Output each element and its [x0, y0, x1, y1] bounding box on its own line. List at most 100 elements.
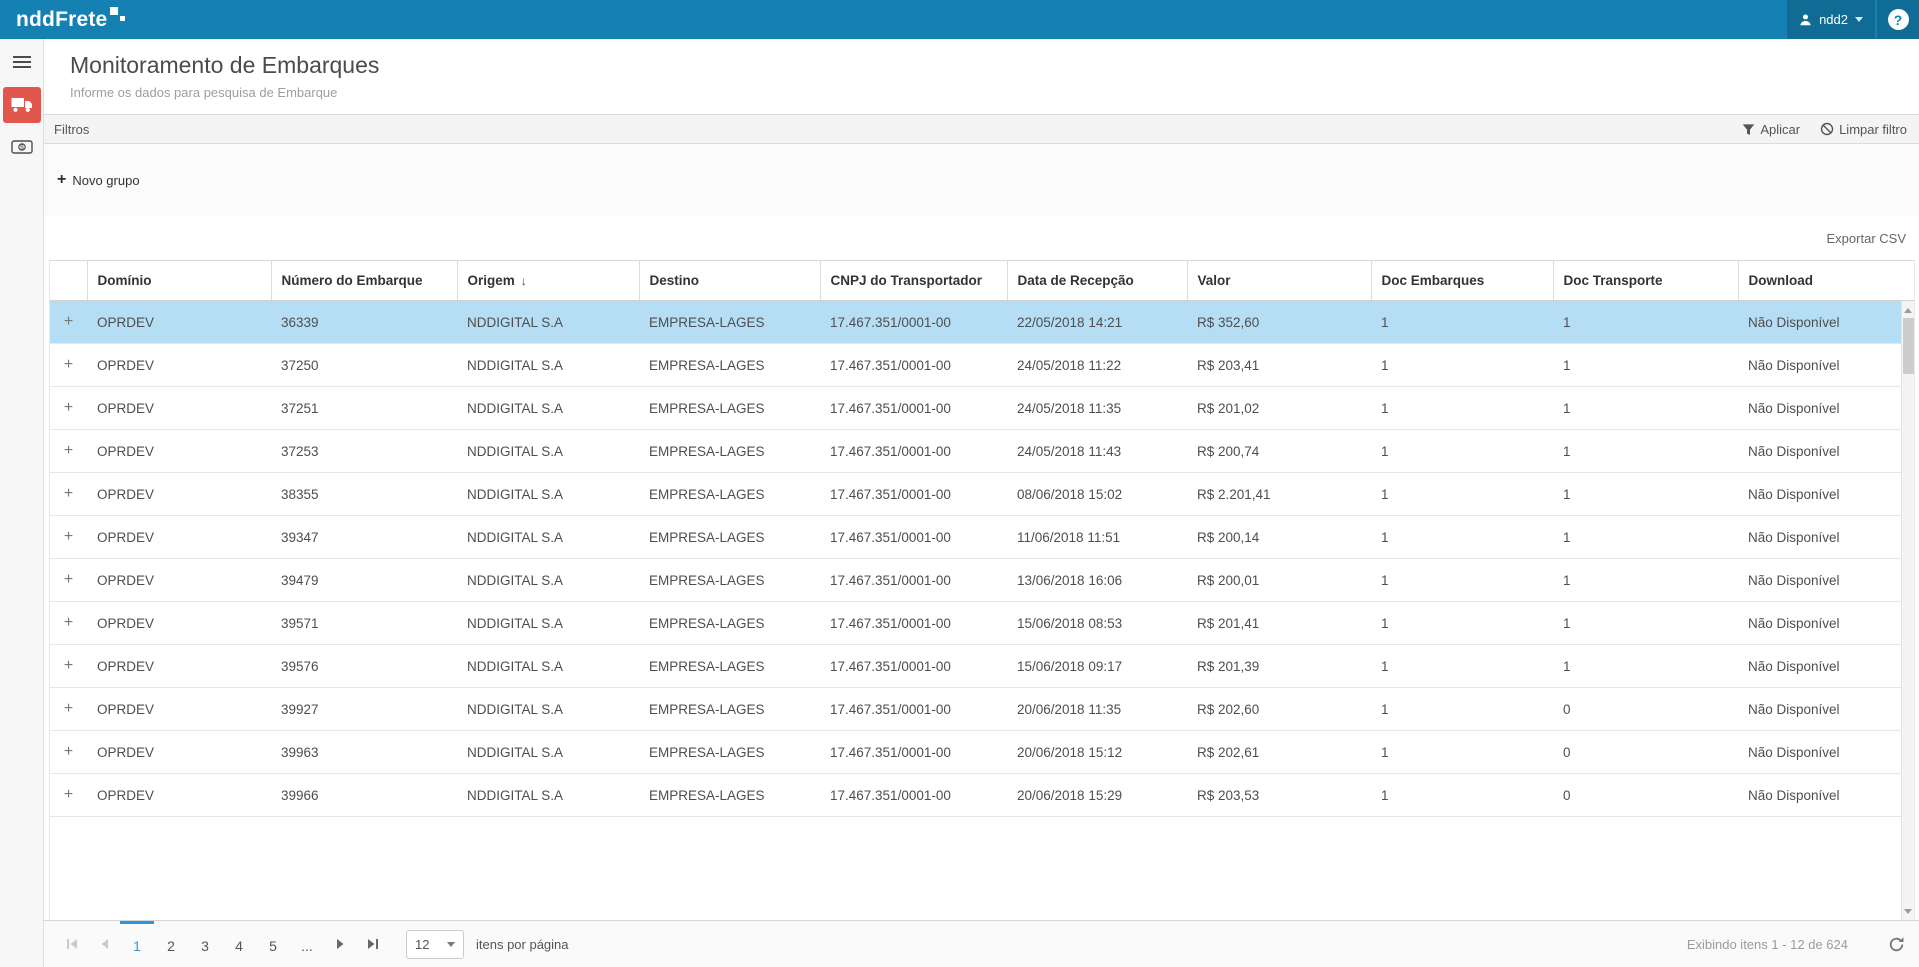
column-label: Domínio [98, 273, 152, 288]
filters-actions: Aplicar Limpar filtro [1742, 122, 1907, 137]
export-csv-link[interactable]: Exportar CSV [1827, 231, 1906, 246]
expand-row-button[interactable]: + [50, 344, 87, 387]
column-header[interactable]: Destino [639, 261, 820, 301]
more-pages-button[interactable]: ... [290, 921, 324, 967]
cell-doc_embarques: 1 [1371, 645, 1553, 688]
table-row[interactable]: +OPRDEV38355NDDIGITAL S.AEMPRESA-LAGES17… [50, 473, 1914, 516]
column-header[interactable]: Doc Transporte [1553, 261, 1738, 301]
cell-doc_embarques: 1 [1371, 430, 1553, 473]
chevron-down-icon [1855, 17, 1863, 22]
cell-numero: 39576 [271, 645, 457, 688]
cell-valor: R$ 202,61 [1187, 731, 1371, 774]
grid-toolbar: Exportar CSV [44, 216, 1919, 260]
sidebar-item-financeiro[interactable]: $ [3, 129, 41, 165]
next-page-button[interactable] [324, 921, 356, 967]
column-header[interactable]: Download [1738, 261, 1914, 301]
sidebar-item-embarques[interactable] [3, 87, 41, 123]
arrow-left-icon [100, 938, 109, 950]
page-title: Monitoramento de Embarques [70, 50, 1919, 80]
table-row[interactable]: +OPRDEV39927NDDIGITAL S.AEMPRESA-LAGES17… [50, 688, 1914, 731]
column-header[interactable]: CNPJ do Transportador [820, 261, 1007, 301]
column-header[interactable]: Data de Recepção [1007, 261, 1187, 301]
cell-origem: NDDIGITAL S.A [457, 731, 639, 774]
cell-download: Não Disponível [1738, 344, 1914, 387]
column-label: Destino [650, 273, 700, 288]
last-page-button[interactable] [356, 921, 388, 967]
column-header[interactable]: Número do Embarque [271, 261, 457, 301]
cell-destino: EMPRESA-LAGES [639, 387, 820, 430]
column-header[interactable]: Valor [1187, 261, 1371, 301]
cell-doc_transporte: 1 [1553, 301, 1738, 344]
cell-doc_transporte: 0 [1553, 731, 1738, 774]
column-header[interactable]: Domínio [87, 261, 271, 301]
table-row[interactable]: +OPRDEV39479NDDIGITAL S.AEMPRESA-LAGES17… [50, 559, 1914, 602]
filters-bar: Filtros Aplicar Limpar filtro [44, 114, 1919, 144]
vertical-scrollbar[interactable] [1901, 301, 1914, 920]
table-row[interactable]: +OPRDEV39966NDDIGITAL S.AEMPRESA-LAGES17… [50, 774, 1914, 817]
page-button[interactable]: 2 [154, 921, 188, 967]
column-label: Download [1749, 273, 1814, 288]
main-content: Monitoramento de Embarques Informe os da… [44, 39, 1919, 967]
cell-data: 13/06/2018 16:06 [1007, 559, 1187, 602]
column-label: Número do Embarque [282, 273, 423, 288]
table-row[interactable]: +OPRDEV36339NDDIGITAL S.AEMPRESA-LAGES17… [50, 301, 1914, 344]
page-button[interactable]: 3 [188, 921, 222, 967]
menu-toggle-button[interactable] [0, 51, 43, 73]
prev-page-button[interactable] [88, 921, 120, 967]
page-button[interactable]: 4 [222, 921, 256, 967]
table-row[interactable]: +OPRDEV39571NDDIGITAL S.AEMPRESA-LAGES17… [50, 602, 1914, 645]
expand-row-button[interactable]: + [50, 731, 87, 774]
column-header[interactable]: Origem↓ [457, 261, 639, 301]
column-header[interactable]: Doc Embarques [1371, 261, 1553, 301]
cell-cnpj: 17.467.351/0001-00 [820, 602, 1007, 645]
expand-row-button[interactable]: + [50, 473, 87, 516]
table-row[interactable]: +OPRDEV37253NDDIGITAL S.AEMPRESA-LAGES17… [50, 430, 1914, 473]
expand-row-button[interactable]: + [50, 688, 87, 731]
page-subtitle: Informe os dados para pesquisa de Embarq… [70, 85, 1919, 100]
cell-doc_embarques: 1 [1371, 731, 1553, 774]
cell-origem: NDDIGITAL S.A [457, 344, 639, 387]
expand-row-button[interactable]: + [50, 301, 87, 344]
clear-filter-button[interactable]: Limpar filtro [1820, 122, 1907, 137]
first-page-button[interactable] [56, 921, 88, 967]
scroll-up-button[interactable] [1902, 303, 1914, 317]
page-button[interactable]: 1 [120, 921, 154, 967]
page-button[interactable]: 5 [256, 921, 290, 967]
cell-download: Não Disponível [1738, 645, 1914, 688]
cell-numero: 39963 [271, 731, 457, 774]
user-menu[interactable]: ndd2 [1787, 0, 1875, 39]
logo-text: nddFrete [16, 5, 107, 35]
scrollbar-thumb[interactable] [1903, 318, 1914, 374]
expand-row-button[interactable]: + [50, 774, 87, 817]
cell-doc_embarques: 1 [1371, 688, 1553, 731]
table-row[interactable]: +OPRDEV39576NDDIGITAL S.AEMPRESA-LAGES17… [50, 645, 1914, 688]
cell-valor: R$ 352,60 [1187, 301, 1371, 344]
cell-destino: EMPRESA-LAGES [639, 602, 820, 645]
table-row[interactable]: +OPRDEV39963NDDIGITAL S.AEMPRESA-LAGES17… [50, 731, 1914, 774]
apply-filter-button[interactable]: Aplicar [1742, 122, 1800, 137]
table-row[interactable]: +OPRDEV37251NDDIGITAL S.AEMPRESA-LAGES17… [50, 387, 1914, 430]
expand-row-button[interactable]: + [50, 430, 87, 473]
cell-doc_embarques: 1 [1371, 602, 1553, 645]
cell-dominio: OPRDEV [87, 731, 271, 774]
expand-row-button[interactable]: + [50, 516, 87, 559]
seek-last-icon [366, 938, 379, 950]
expand-row-button[interactable]: + [50, 559, 87, 602]
cell-dominio: OPRDEV [87, 473, 271, 516]
expand-row-button[interactable]: + [50, 602, 87, 645]
cell-valor: R$ 201,41 [1187, 602, 1371, 645]
new-group-button[interactable]: + Novo grupo [57, 172, 140, 188]
cell-destino: EMPRESA-LAGES [639, 430, 820, 473]
help-button[interactable]: ? [1877, 0, 1919, 39]
cell-doc_embarques: 1 [1371, 344, 1553, 387]
expand-row-button[interactable]: + [50, 645, 87, 688]
expand-row-button[interactable]: + [50, 387, 87, 430]
table-row[interactable]: +OPRDEV39347NDDIGITAL S.AEMPRESA-LAGES17… [50, 516, 1914, 559]
cell-origem: NDDIGITAL S.A [457, 516, 639, 559]
table-row[interactable]: +OPRDEV37250NDDIGITAL S.AEMPRESA-LAGES17… [50, 344, 1914, 387]
cell-data: 15/06/2018 08:53 [1007, 602, 1187, 645]
refresh-button[interactable] [1888, 936, 1905, 953]
page-size-select[interactable]: 12 [406, 930, 464, 959]
scroll-down-button[interactable] [1902, 904, 1914, 918]
cell-numero: 37250 [271, 344, 457, 387]
